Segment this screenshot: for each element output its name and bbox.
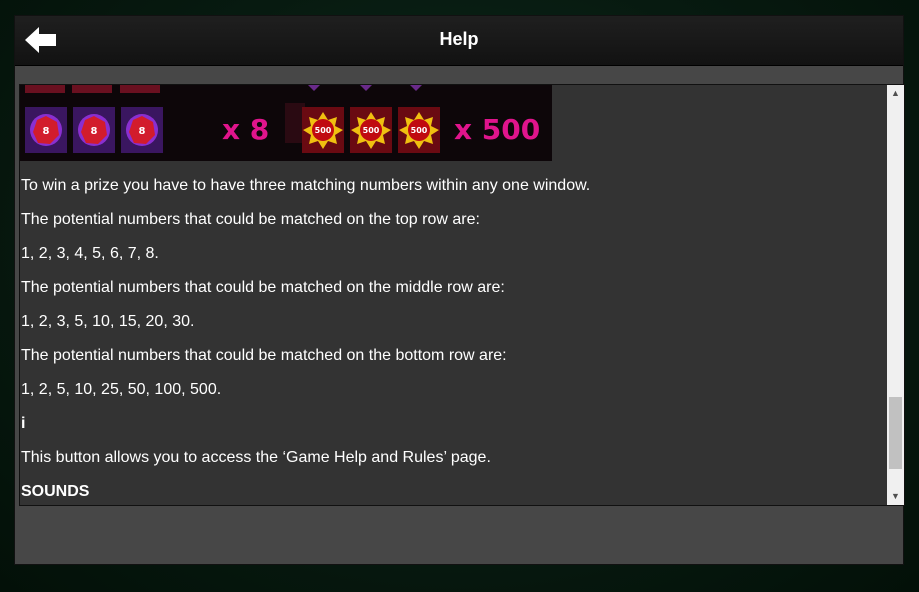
paragraph: The potential numbers that could be matc… xyxy=(21,211,480,228)
scroll-thumb[interactable] xyxy=(889,397,902,469)
paragraph: 1, 2, 3, 4, 5, 6, 7, 8. xyxy=(21,245,159,262)
number-500-symbol: 500 xyxy=(350,107,392,153)
number-8-symbol: 8 xyxy=(121,107,163,153)
multiplier-500: x 500 xyxy=(454,113,540,146)
help-panel: Help 8 8 8 x 8 500 500 500 x 500 To win … xyxy=(14,15,905,565)
paragraph: 1, 2, 3, 5, 10, 15, 20, 30. xyxy=(21,313,195,330)
number-500-symbol: 500 xyxy=(302,107,344,153)
paragraph: 1, 2, 5, 10, 25, 50, 100, 500. xyxy=(21,381,222,398)
paragraph: The potential numbers that could be matc… xyxy=(21,279,505,296)
svg-text:500: 500 xyxy=(315,126,332,135)
paragraph: The potential numbers that could be matc… xyxy=(21,347,507,364)
scroll-up-arrow-icon[interactable]: ▲ xyxy=(887,85,904,102)
header-bar: Help xyxy=(15,16,903,66)
prize-banner-image: 8 8 8 x 8 500 500 500 x 500 xyxy=(20,85,552,161)
help-content[interactable]: 8 8 8 x 8 500 500 500 x 500 To win a pri… xyxy=(19,84,905,506)
sounds-heading: SOUNDS xyxy=(21,483,90,500)
svg-text:8: 8 xyxy=(43,126,50,137)
svg-text:8: 8 xyxy=(91,126,98,137)
svg-text:500: 500 xyxy=(363,126,380,135)
number-8-symbol: 8 xyxy=(25,107,67,153)
number-8-symbol: 8 xyxy=(73,107,115,153)
svg-text:8: 8 xyxy=(139,126,146,137)
vertical-scrollbar[interactable]: ▲ ▼ xyxy=(887,85,904,505)
info-description: This button allows you to access the ‘Ga… xyxy=(21,449,491,466)
svg-text:500: 500 xyxy=(411,126,428,135)
number-500-symbol: 500 xyxy=(398,107,440,153)
multiplier-8: x 8 xyxy=(222,113,269,146)
scroll-down-arrow-icon[interactable]: ▼ xyxy=(887,488,904,505)
paragraph: To win a prize you have to have three ma… xyxy=(21,177,591,194)
info-icon-label: i xyxy=(21,415,26,432)
page-title: Help xyxy=(439,29,479,49)
